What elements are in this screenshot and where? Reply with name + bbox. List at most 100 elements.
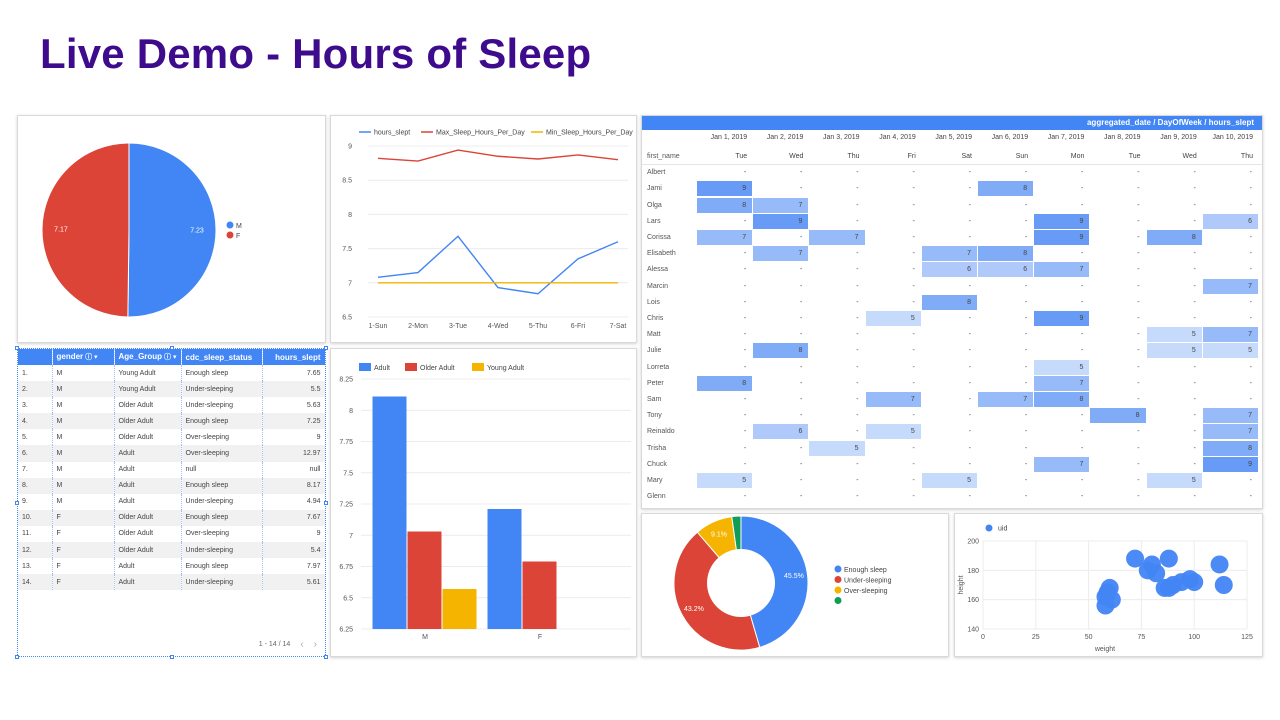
table-row[interactable]: 2. M Young Adult Under-sleeping 5.5	[18, 381, 325, 398]
column-header[interactable]: cdc_sleep_status	[181, 349, 263, 365]
x-tick-label: 5-Thu	[529, 323, 547, 330]
table-cell: 12.97	[262, 445, 325, 462]
table-cell: 5.63	[262, 397, 325, 414]
table-row[interactable]: 3. M Older Adult Under-sleeping 5.63	[18, 397, 325, 414]
bar-m-young-adult	[442, 589, 477, 629]
pivot-value-cell: 5	[809, 440, 865, 456]
table-cell: 8.	[18, 477, 53, 494]
resize-handle-mid-left[interactable]	[15, 501, 19, 505]
pivot-value-cell: -	[856, 298, 859, 306]
table-cell: 13.	[18, 558, 53, 575]
pivot-value-cell: -	[800, 266, 803, 274]
table-row[interactable]: 8. M Adult Enough sleep 8.17	[18, 477, 325, 494]
pivot-value-cell: 9	[1034, 213, 1090, 229]
pivot-value-cell: 8	[697, 375, 753, 391]
page-title: Live Demo - Hours of Sleep	[40, 30, 592, 77]
pivot-value-cell: -	[1249, 477, 1252, 484]
x-tick-label: 2-Mon	[408, 323, 428, 330]
table-row[interactable]: 12. F Older Adult Under-sleeping 5.4	[18, 542, 325, 559]
pivot-value-cell: -	[800, 379, 803, 387]
gender-pie-chart: 7.23 7.17 MF	[41, 142, 242, 318]
table-cell: M	[52, 477, 115, 494]
column-header[interactable]	[18, 349, 53, 365]
y-tick-label: 6.25	[339, 627, 353, 634]
info-icon[interactable]: ⓘ ▾	[162, 354, 176, 361]
prev-page-icon[interactable]: ‹	[300, 639, 303, 650]
table-pager: 1 - 14 / 14 ‹ ›	[259, 639, 317, 650]
pivot-value-cell: -	[1137, 201, 1140, 209]
table-row[interactable]: 9. M Adult Under-sleeping 4.94	[18, 493, 325, 510]
pivot-date-header: Jan 8, 2019	[1103, 134, 1141, 141]
resize-handle-top-right[interactable]	[324, 346, 328, 350]
pivot-value-cell: -	[968, 444, 971, 452]
table-row[interactable]: 4. M Older Adult Enough sleep 7.25	[18, 413, 325, 430]
pivot-value-cell: -	[800, 169, 803, 177]
sleep-data-table-panel[interactable]: gender ⓘ ▾ Age_Group ⓘ ▾ cdc_sleep_status h…	[17, 348, 326, 657]
pivot-value-cell: -	[1024, 201, 1028, 209]
pivot-value-cell: -	[743, 347, 747, 355]
table-row[interactable]: 10. F Older Adult Enough sleep 7.67	[18, 509, 325, 526]
pivot-table-panel[interactable]: aggregated_date / DayOfWeek / hours_slep…	[641, 115, 1263, 509]
weight-height-scatter-panel[interactable]: 200 180 160 140 0 25 50 75 100 125 weight height uid	[954, 513, 1263, 657]
pivot-value-cell: -	[968, 396, 971, 403]
pivot-value-cell: 9	[697, 181, 753, 197]
y-tick-label: 7.5	[342, 246, 352, 253]
table-row[interactable]: 14. F Adult Under-sleeping 5.61	[18, 574, 325, 591]
pivot-value-cell: -	[1081, 250, 1084, 258]
gender-pie-chart-panel[interactable]: 7.23 7.17 M F	[17, 115, 326, 343]
pivot-value-cell: -	[1137, 266, 1140, 274]
table-row[interactable]: 11. F Older Adult Over-sleeping 9	[18, 525, 325, 543]
legend-label: Older Adult	[420, 365, 455, 372]
pivot-value-cell: -	[856, 331, 859, 339]
pivot-value-cell: -	[800, 444, 803, 452]
resize-handle-top-mid[interactable]	[170, 346, 174, 350]
table-row[interactable]: 13. F Adult Enough sleep 7.97	[18, 558, 325, 575]
sleep-status-donut-panel[interactable]: 45.5% 43.2% 9.1% Enough sleep Under-sleeping…	[641, 513, 949, 657]
legend-swatch	[405, 363, 417, 371]
resize-handle-mid-right[interactable]	[324, 501, 328, 505]
pivot-value-cell: -	[1137, 444, 1140, 452]
resize-handle-bottom-right[interactable]	[324, 655, 328, 659]
pivot-value-cell: -	[1081, 331, 1084, 339]
weight-height-scatter-chart: 200 180 160 1400 25 50 75 100 125 weight height uid	[958, 524, 1253, 653]
table-cell: M	[52, 381, 115, 398]
column-header[interactable]: hours_slept	[262, 349, 325, 365]
table-row[interactable]: 5. M Older Adult Over-sleeping 9	[18, 429, 325, 446]
table-cell: M	[52, 397, 115, 414]
pivot-value-cell: -	[1137, 185, 1140, 193]
pivot-value-cell: -	[856, 169, 859, 177]
table-row[interactable]: 7. M Adult null null	[18, 461, 325, 478]
resize-handle-top-left[interactable]	[15, 346, 19, 350]
pivot-value-cell: -	[856, 250, 859, 258]
table-row[interactable]: 1. M Young Adult Enough sleep 7.65	[18, 365, 325, 382]
table-cell: 3.	[18, 397, 53, 414]
pivot-value-cell: -	[1137, 493, 1140, 501]
pivot-value-cell: 7	[1034, 262, 1090, 278]
pivot-value-cell: 8	[697, 197, 753, 213]
sleep-by-weekday-line-chart-panel[interactable]: 9 8.5 8 7.5 7 6.5 1-Sun 2-Mon 3-Tue 4-Wed 5-Thu 6-F…	[330, 115, 637, 343]
pivot-value-cell: 5	[921, 473, 977, 488]
pivot-value-cell: -	[1137, 477, 1140, 484]
pivot-value-cell: 7	[1202, 278, 1258, 294]
pivot-name-cell: Chris	[647, 315, 664, 322]
table-cell: 14.	[18, 574, 53, 591]
pivot-value-cell: 5	[1146, 327, 1202, 343]
pivot-value-cell: -	[856, 493, 859, 501]
x-tick-label: 3-Tue	[449, 323, 467, 330]
resize-handle-bottom-mid[interactable]	[170, 655, 174, 659]
resize-handle-bottom-left[interactable]	[15, 655, 19, 659]
column-header[interactable]: gender ⓘ ▾	[52, 349, 115, 365]
pivot-value-cell: -	[1193, 185, 1196, 193]
table-cell: Under-sleeping	[181, 493, 263, 510]
info-icon[interactable]: ⓘ ▾	[83, 354, 97, 361]
next-page-icon[interactable]: ›	[314, 639, 317, 650]
table-cell: 9	[262, 429, 325, 446]
age-group-bar-chart-panel[interactable]: 8.25 8 7.75 7.5 7.25 7 6.75 6.5 6.25 Adult Older A…	[330, 348, 637, 657]
column-header[interactable]: Age_Group ⓘ ▾	[114, 349, 182, 365]
table-cell: 12.	[18, 542, 53, 559]
table-row[interactable]: 6. M Adult Over-sleeping 12.97	[18, 445, 325, 462]
table-cell: M	[52, 461, 115, 478]
pivot-value-cell: -	[1081, 477, 1084, 484]
pivot-value-cell: -	[1249, 363, 1252, 371]
pivot-value-cell: -	[1193, 493, 1196, 501]
